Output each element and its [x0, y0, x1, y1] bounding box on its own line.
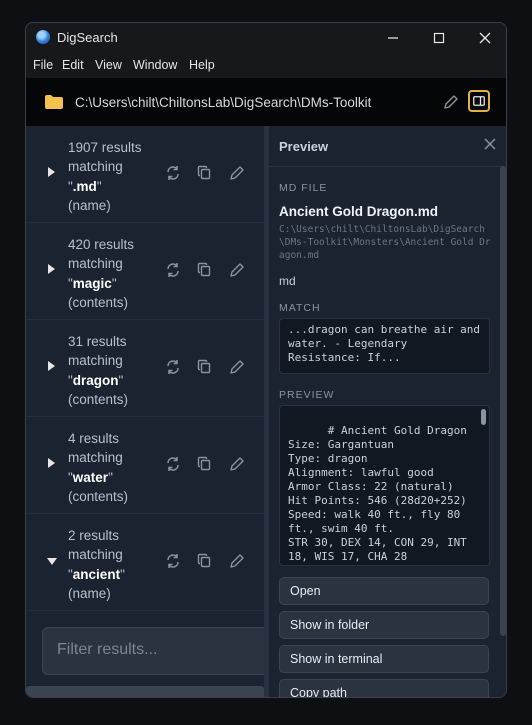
copy-icon[interactable]	[196, 358, 214, 376]
edit-icon[interactable]	[228, 164, 246, 182]
search-scope: (name)	[68, 585, 111, 601]
minimize-button[interactable]	[370, 23, 416, 53]
file-type-label: MD FILE	[279, 182, 328, 194]
edit-icon[interactable]	[228, 261, 246, 279]
search-scope: (contents)	[68, 488, 129, 504]
rerun-icon[interactable]	[164, 552, 182, 570]
menu-window[interactable]: Window	[133, 58, 177, 72]
edit-icon[interactable]	[228, 552, 246, 570]
menu-bar: File Edit View Window Help	[26, 53, 506, 78]
horizontal-scrollbar[interactable]	[26, 686, 264, 697]
result-count: 420 results	[68, 237, 135, 252]
results-panel: 1907 results matching ".md" (name) 420 r…	[26, 126, 264, 697]
search-term: .md	[72, 178, 97, 194]
edit-path-icon[interactable]	[442, 93, 460, 111]
side-panel-icon	[473, 96, 485, 106]
match-label: MATCH	[279, 302, 321, 314]
menu-file[interactable]: File	[33, 58, 53, 72]
maximize-button[interactable]	[416, 23, 462, 53]
preview-scroll-thumb[interactable]	[481, 409, 486, 425]
result-group[interactable]: 420 results matching "magic" (contents)	[26, 223, 264, 320]
rerun-icon[interactable]	[164, 358, 182, 376]
result-count: 1907 results	[68, 140, 142, 155]
close-window-button[interactable]	[462, 23, 506, 53]
open-button[interactable]: Open	[279, 577, 489, 605]
result-group[interactable]: 4 results matching "water" (contents)	[26, 417, 264, 514]
edit-icon[interactable]	[228, 358, 246, 376]
search-term: water	[72, 469, 109, 485]
search-term: magic	[72, 275, 112, 291]
filter-area	[26, 616, 264, 697]
preview-scrollbar-thumb[interactable]	[500, 166, 506, 636]
file-preview-text: # Ancient Gold Dragon Size: Gargantuan T…	[288, 424, 467, 565]
file-preview: # Ancient Gold Dragon Size: Gargantuan T…	[279, 405, 490, 566]
show-in-terminal-button[interactable]: Show in terminal	[279, 645, 489, 673]
preview-title: Preview	[279, 139, 329, 154]
show-in-folder-button[interactable]: Show in folder	[279, 611, 489, 639]
copy-icon[interactable]	[196, 164, 214, 182]
folder-icon	[45, 95, 63, 109]
result-group-label: 420 results matching "magic" (contents)	[68, 237, 135, 310]
copy-path-button[interactable]: Copy path	[279, 679, 489, 697]
copy-icon[interactable]	[196, 552, 214, 570]
copy-icon[interactable]	[196, 455, 214, 473]
result-count: 31 results	[68, 334, 127, 349]
path-bar: C:\Users\chilt\ChiltonsLab\DigSearch\DMs…	[26, 78, 506, 126]
search-scope: (contents)	[68, 294, 129, 310]
minimize-icon	[388, 37, 398, 39]
rerun-icon[interactable]	[164, 164, 182, 182]
window-title: DigSearch	[57, 30, 118, 45]
maximize-icon	[433, 32, 445, 44]
rerun-icon[interactable]	[164, 261, 182, 279]
app-window: DigSearch File Edit View Window Help C:\…	[25, 22, 507, 698]
result-group-label: 31 results matching "dragon" (contents)	[68, 334, 129, 407]
title-bar: DigSearch	[26, 23, 506, 53]
result-group[interactable]: 2 results matching "ancient" (name)	[26, 514, 264, 611]
search-scope: (name)	[68, 197, 111, 213]
collapse-icon[interactable]	[46, 556, 58, 566]
search-term: dragon	[72, 372, 119, 388]
rerun-icon[interactable]	[164, 455, 182, 473]
menu-help[interactable]: Help	[189, 58, 215, 72]
preview-panel: Preview MD FILE Ancient Gold Dragon.md C…	[269, 126, 506, 697]
preview-header: Preview	[269, 126, 506, 167]
expand-icon[interactable]	[46, 263, 56, 275]
expand-icon[interactable]	[46, 166, 56, 178]
preview-label: PREVIEW	[279, 389, 335, 401]
expand-icon[interactable]	[46, 360, 56, 372]
result-group-label: 4 results matching "water" (contents)	[68, 431, 129, 504]
filter-input[interactable]	[57, 641, 257, 659]
edit-icon[interactable]	[228, 455, 246, 473]
menu-view[interactable]: View	[95, 58, 122, 72]
result-group-label: 2 results matching "ancient" (name)	[68, 528, 125, 601]
app-logo-icon	[36, 30, 50, 44]
preview-scrollbar[interactable]	[498, 166, 506, 697]
search-scope: (contents)	[68, 391, 129, 407]
result-count: 4 results	[68, 431, 120, 446]
search-term: ancient	[72, 566, 121, 582]
menu-edit[interactable]: Edit	[62, 58, 84, 72]
result-group[interactable]: 31 results matching "dragon" (contents)	[26, 320, 264, 417]
file-extension: md	[279, 274, 296, 288]
close-preview-icon[interactable]	[482, 136, 498, 152]
result-group[interactable]: 1907 results matching ".md" (name)	[26, 126, 264, 223]
expand-icon[interactable]	[46, 457, 56, 469]
current-path[interactable]: C:\Users\chilt\ChiltonsLab\DigSearch\DMs…	[75, 95, 371, 110]
copy-icon[interactable]	[196, 261, 214, 279]
close-icon	[479, 32, 491, 44]
filter-box[interactable]	[42, 627, 264, 675]
file-path: C:\Users\chilt\ChiltonsLab\DigSearch\DMs…	[279, 224, 491, 261]
file-name: Ancient Gold Dragon.md	[279, 204, 439, 219]
match-snippet: ...dragon can breathe air and water. - L…	[279, 318, 490, 374]
result-count: 2 results	[68, 528, 120, 543]
toggle-preview-panel-button[interactable]	[468, 90, 490, 112]
result-group-label: 1907 results matching ".md" (name)	[68, 140, 142, 213]
